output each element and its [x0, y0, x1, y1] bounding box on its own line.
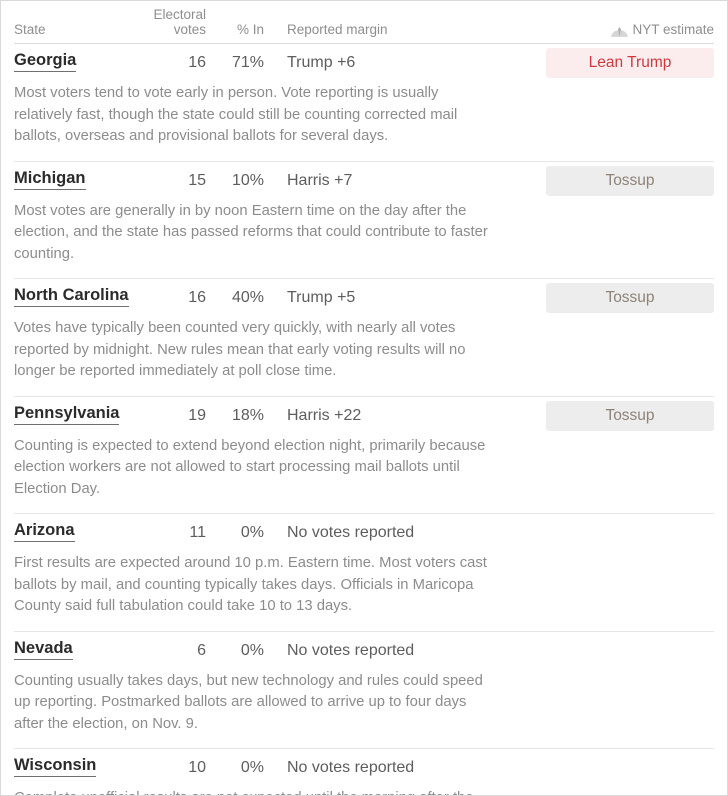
reported-margin-value: Trump +5	[287, 289, 356, 306]
status-badge: Tossup	[546, 283, 714, 313]
status-badge: Tossup	[546, 165, 714, 196]
state-name-link[interactable]: Pennsylvania	[14, 404, 120, 425]
percent-in-value: 0%	[240, 524, 264, 541]
table-row[interactable]: Nevada 6 0% No votes reported Counting usual…	[14, 632, 714, 749]
status-badge: Tossup	[546, 400, 714, 431]
percent-in-value: 0%	[240, 641, 264, 659]
column-header-state: State	[14, 22, 46, 37]
state-name-link[interactable]: North Carolina	[14, 286, 129, 307]
state-note: Votes have typically been counted very q…	[14, 320, 466, 379]
electoral-votes-value: 6	[197, 641, 206, 659]
state-note: Complete unofficial results are not expe…	[14, 787, 492, 795]
column-header-electoral-votes-line1: Electoral	[153, 7, 206, 22]
reported-margin-value: No votes reported	[287, 759, 415, 776]
row-main: North Carolina 16 40% Trump +5 Tossup	[14, 279, 714, 317]
state-name-link[interactable]: Nevada	[14, 639, 73, 660]
reported-margin-value: Harris +22	[287, 406, 362, 424]
column-header-nyt-estimate: NYT estimate	[610, 22, 714, 37]
table-header-row: State Electoral votes % In Reported marg…	[14, 1, 714, 44]
column-header-reported-margin: Reported margin	[287, 22, 388, 37]
column-header-electoral-votes-line2: votes	[173, 22, 206, 37]
row-main: Nevada 6 0% No votes reported	[14, 632, 714, 670]
reported-margin-value: Harris +7	[287, 171, 353, 189]
state-note: First results are expected around 10 p.m…	[14, 555, 487, 614]
table-row[interactable]: Arizona 11 0% No votes reported First result…	[14, 514, 714, 632]
column-header-percent-in: % In	[236, 22, 264, 37]
column-header-nyt-estimate-label: NYT estimate	[632, 22, 714, 37]
table-row[interactable]: Georgia 16 71% Trump +6 Lean Trump Most voter…	[14, 44, 714, 162]
reported-margin-value: No votes reported	[287, 524, 415, 541]
state-note: Counting usually takes days, but new tec…	[14, 672, 483, 732]
election-reporting-table-card: State Electoral votes % In Reported marg…	[0, 0, 728, 796]
table-row[interactable]: Pennsylvania 19 18% Harris +22 Tossup Countin…	[14, 397, 714, 514]
table-row[interactable]: Michigan 15 10% Harris +7 Tossup Most votes a…	[14, 162, 714, 279]
percent-in-value: 0%	[240, 759, 264, 776]
table-row[interactable]: North Carolina 16 40% Trump +5 Tossup Votes h…	[14, 279, 714, 397]
state-note: Most voters tend to vote early in person…	[14, 85, 458, 144]
table-body: Georgia 16 71% Trump +6 Lean Trump Most voter…	[14, 44, 714, 795]
reported-margin-value: Trump +6	[287, 54, 356, 71]
state-name-link[interactable]: Wisconsin	[14, 756, 97, 777]
electoral-votes-value: 10	[188, 759, 206, 776]
percent-in-value: 40%	[231, 289, 264, 306]
electoral-votes-value: 11	[189, 524, 206, 541]
electoral-votes-value: 19	[188, 406, 206, 424]
state-name-link[interactable]: Georgia	[14, 51, 77, 72]
state-note: Counting is expected to extend beyond el…	[14, 437, 486, 497]
row-main: Michigan 15 10% Harris +7 Tossup	[14, 162, 714, 200]
table-row[interactable]: Wisconsin 10 0% No votes reported Complete u…	[14, 749, 714, 795]
state-name-link[interactable]: Michigan	[14, 169, 86, 190]
gauge-icon	[610, 24, 629, 38]
electoral-votes-value: 16	[188, 289, 206, 306]
state-name-link[interactable]: Arizona	[14, 521, 75, 542]
reported-margin-value: No votes reported	[287, 641, 415, 659]
row-main: Georgia 16 71% Trump +6 Lean Trump	[14, 44, 714, 82]
percent-in-value: 18%	[231, 406, 264, 424]
percent-in-value: 71%	[231, 54, 264, 71]
percent-in-value: 10%	[231, 171, 264, 189]
electoral-votes-value: 15	[188, 171, 206, 189]
row-main: Pennsylvania 19 18% Harris +22 Tossup	[14, 397, 714, 435]
status-badge: Lean Trump	[546, 48, 714, 78]
row-main: Arizona 11 0% No votes reported	[14, 514, 714, 552]
electoral-votes-value: 16	[188, 54, 206, 71]
row-main: Wisconsin 10 0% No votes reported	[14, 749, 714, 787]
state-note: Most votes are generally in by noon East…	[14, 202, 488, 262]
column-header-electoral-votes: Electoral votes	[136, 7, 206, 37]
